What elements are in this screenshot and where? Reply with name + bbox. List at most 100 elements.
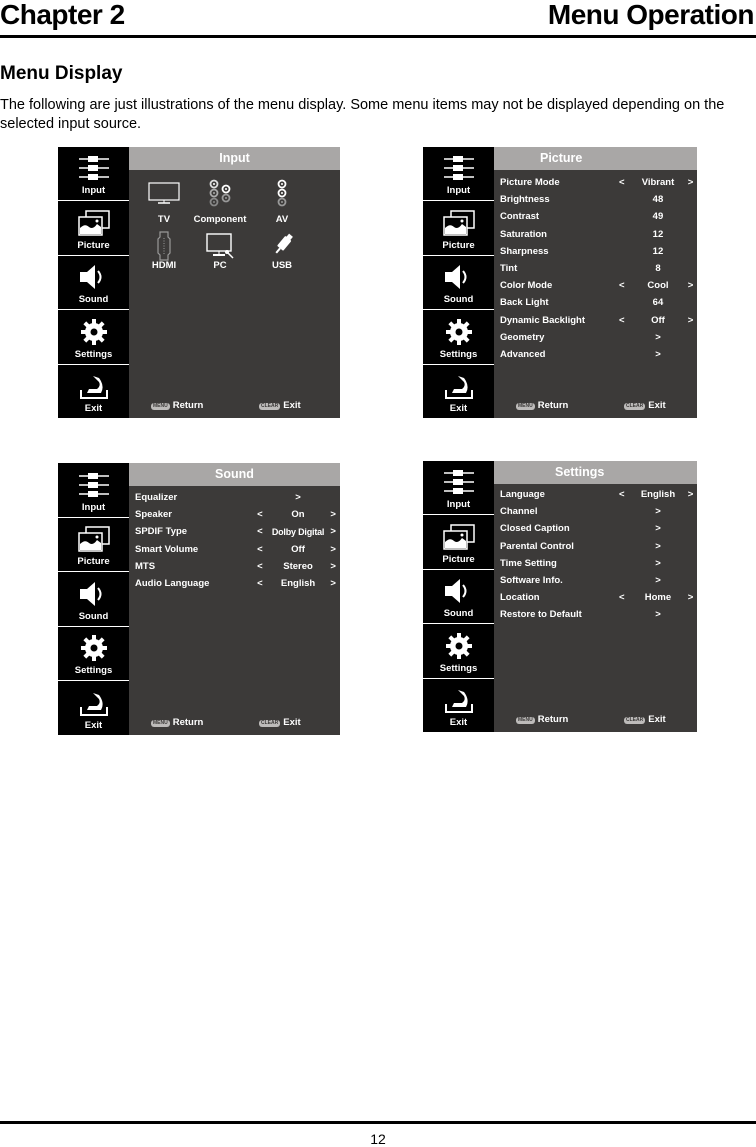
sidebar-item-exit[interactable]: Exit [58, 365, 129, 418]
increase-arrow[interactable]: > [326, 561, 340, 572]
sidebar-item-input[interactable]: Input [58, 147, 129, 202]
increase-arrow[interactable]: > [326, 578, 340, 589]
exit-button[interactable]: CLEAR Exit [624, 714, 666, 725]
menu-sidebar: Input Picture Sound Settings Exit [423, 147, 494, 418]
sidebar-item-sound[interactable]: Sound [423, 570, 494, 625]
menu-row-location[interactable]: Location < Home > [500, 589, 697, 606]
menu-row-picture-mode[interactable]: Picture Mode < Vibrant > [500, 174, 697, 191]
sidebar-item-picture[interactable]: Picture [58, 201, 129, 256]
decrease-arrow[interactable]: < [250, 526, 270, 537]
menu-row-channel[interactable]: Channel > [500, 503, 697, 520]
decrease-arrow[interactable]: < [612, 592, 632, 603]
exit-button[interactable]: CLEAR Exit [259, 717, 301, 728]
menu-title: Input [129, 147, 340, 170]
menu-row-advanced[interactable]: Advanced > [500, 346, 697, 363]
row-label: Closed Caption [500, 523, 570, 535]
input-source-usb[interactable]: USB [247, 229, 317, 271]
increase-arrow[interactable]: > [684, 489, 697, 500]
increase-arrow[interactable]: > [684, 592, 697, 603]
exit-button[interactable]: CLEAR Exit [259, 400, 301, 411]
input-source-component[interactable]: Component [185, 177, 255, 225]
sidebar-item-label: Settings [439, 348, 478, 360]
menu-row-color-mode[interactable]: Color Mode < Cool > [500, 277, 697, 294]
decrease-arrow[interactable]: < [250, 544, 270, 555]
decrease-arrow[interactable]: < [250, 578, 270, 589]
menu-row-closed-caption[interactable]: Closed Caption > [500, 520, 697, 537]
exit-label: Exit [648, 714, 666, 725]
sidebar-item-settings[interactable]: Settings [58, 627, 129, 682]
menu-key-icon: MENU [151, 403, 170, 410]
clear-key-icon: CLEAR [624, 403, 646, 410]
clear-key-icon: CLEAR [259, 403, 281, 410]
return-button[interactable]: MENU Return [516, 400, 568, 411]
input-source-label: AV [275, 214, 289, 225]
menu-row-language[interactable]: Language < English > [500, 486, 697, 503]
sidebar-item-exit[interactable]: Exit [423, 365, 494, 418]
increase-arrow[interactable]: > [326, 544, 340, 555]
increase-arrow[interactable]: > [684, 177, 697, 188]
sidebar-item-label: Input [446, 185, 471, 197]
row-label: Sharpness [500, 245, 549, 257]
increase-arrow[interactable]: > [684, 280, 697, 291]
menu-row-contrast[interactable]: Contrast 49 [500, 208, 697, 225]
decrease-arrow[interactable]: < [612, 489, 632, 500]
menu-row-spdif-type[interactable]: SPDIF Type < Dolby Digital > [135, 523, 340, 540]
sidebar-item-settings[interactable]: Settings [58, 310, 129, 365]
menu-row-saturation[interactable]: Saturation 12 [500, 226, 697, 243]
return-button[interactable]: MENU Return [516, 714, 568, 725]
input-source-pc[interactable]: PC [185, 229, 255, 271]
row-value: > [655, 506, 661, 518]
sidebar-item-picture[interactable]: Picture [423, 201, 494, 256]
menu-row-smart-volume[interactable]: Smart Volume < Off > [135, 541, 340, 558]
menu-row-restore-to-default[interactable]: Restore to Default > [500, 606, 697, 623]
menu-row-equalizer[interactable]: Equalizer > [135, 489, 340, 506]
row-value: > [655, 609, 661, 621]
sidebar-item-exit[interactable]: Exit [423, 679, 494, 732]
menu-row-time-setting[interactable]: Time Setting > [500, 555, 697, 572]
sidebar-item-sound[interactable]: Sound [58, 256, 129, 311]
row-value: > [655, 557, 661, 569]
menu-row-tint[interactable]: Tint 8 [500, 260, 697, 277]
sidebar-item-settings[interactable]: Settings [423, 310, 494, 365]
exit-button[interactable]: CLEAR Exit [624, 400, 666, 411]
row-label: Back Light [500, 297, 549, 309]
sidebar-item-settings[interactable]: Settings [423, 624, 494, 679]
sidebar-item-input[interactable]: Input [423, 147, 494, 202]
increase-arrow[interactable]: > [326, 526, 340, 537]
menu-row-back-light[interactable]: Back Light 64 [500, 294, 697, 311]
return-button[interactable]: MENU Return [151, 717, 203, 728]
sidebar-item-picture[interactable]: Picture [423, 515, 494, 570]
row-label: Advanced [500, 348, 546, 360]
decrease-arrow[interactable]: < [612, 280, 632, 291]
menu-row-mts[interactable]: MTS < Stereo > [135, 558, 340, 575]
menu-row-brightness[interactable]: Brightness 48 [500, 191, 697, 208]
menu-row-sharpness[interactable]: Sharpness 12 [500, 243, 697, 260]
decrease-arrow[interactable]: < [612, 177, 632, 188]
return-button[interactable]: MENU Return [151, 400, 203, 411]
decrease-arrow[interactable]: < [250, 561, 270, 572]
sidebar-item-input[interactable]: Input [58, 463, 129, 518]
input-source-label: PC [213, 260, 227, 271]
sidebar-item-sound[interactable]: Sound [58, 572, 129, 627]
sound-menu-panel: Input Picture Sound Settings Exit Sound Equali… [58, 463, 340, 735]
increase-arrow[interactable]: > [684, 315, 697, 326]
picture-icon [77, 209, 111, 237]
sidebar-item-exit[interactable]: Exit [58, 681, 129, 735]
menu-row-software-info[interactable]: Software Info. > [500, 572, 697, 589]
top-divider [0, 35, 756, 38]
menu-row-geometry[interactable]: Geometry > [500, 329, 697, 346]
input-source-av[interactable]: AV [247, 177, 317, 225]
menu-row-speaker[interactable]: Speaker < On > [135, 506, 340, 523]
menu-row-parental-control[interactable]: Parental Control > [500, 538, 697, 555]
increase-arrow[interactable]: > [326, 509, 340, 520]
sidebar-item-input[interactable]: Input [423, 461, 494, 516]
sidebar-item-label: Sound [78, 610, 109, 622]
menu-row-audio-language[interactable]: Audio Language < English > [135, 575, 340, 592]
decrease-arrow[interactable]: < [612, 315, 632, 326]
sidebar-item-label: Picture [77, 556, 110, 568]
decrease-arrow[interactable]: < [250, 509, 270, 520]
sidebar-item-sound[interactable]: Sound [423, 256, 494, 311]
sidebar-item-picture[interactable]: Picture [58, 518, 129, 573]
row-label: Location [500, 592, 540, 604]
menu-row-dynamic-backlight[interactable]: Dynamic Backlight < Off > [500, 312, 697, 329]
